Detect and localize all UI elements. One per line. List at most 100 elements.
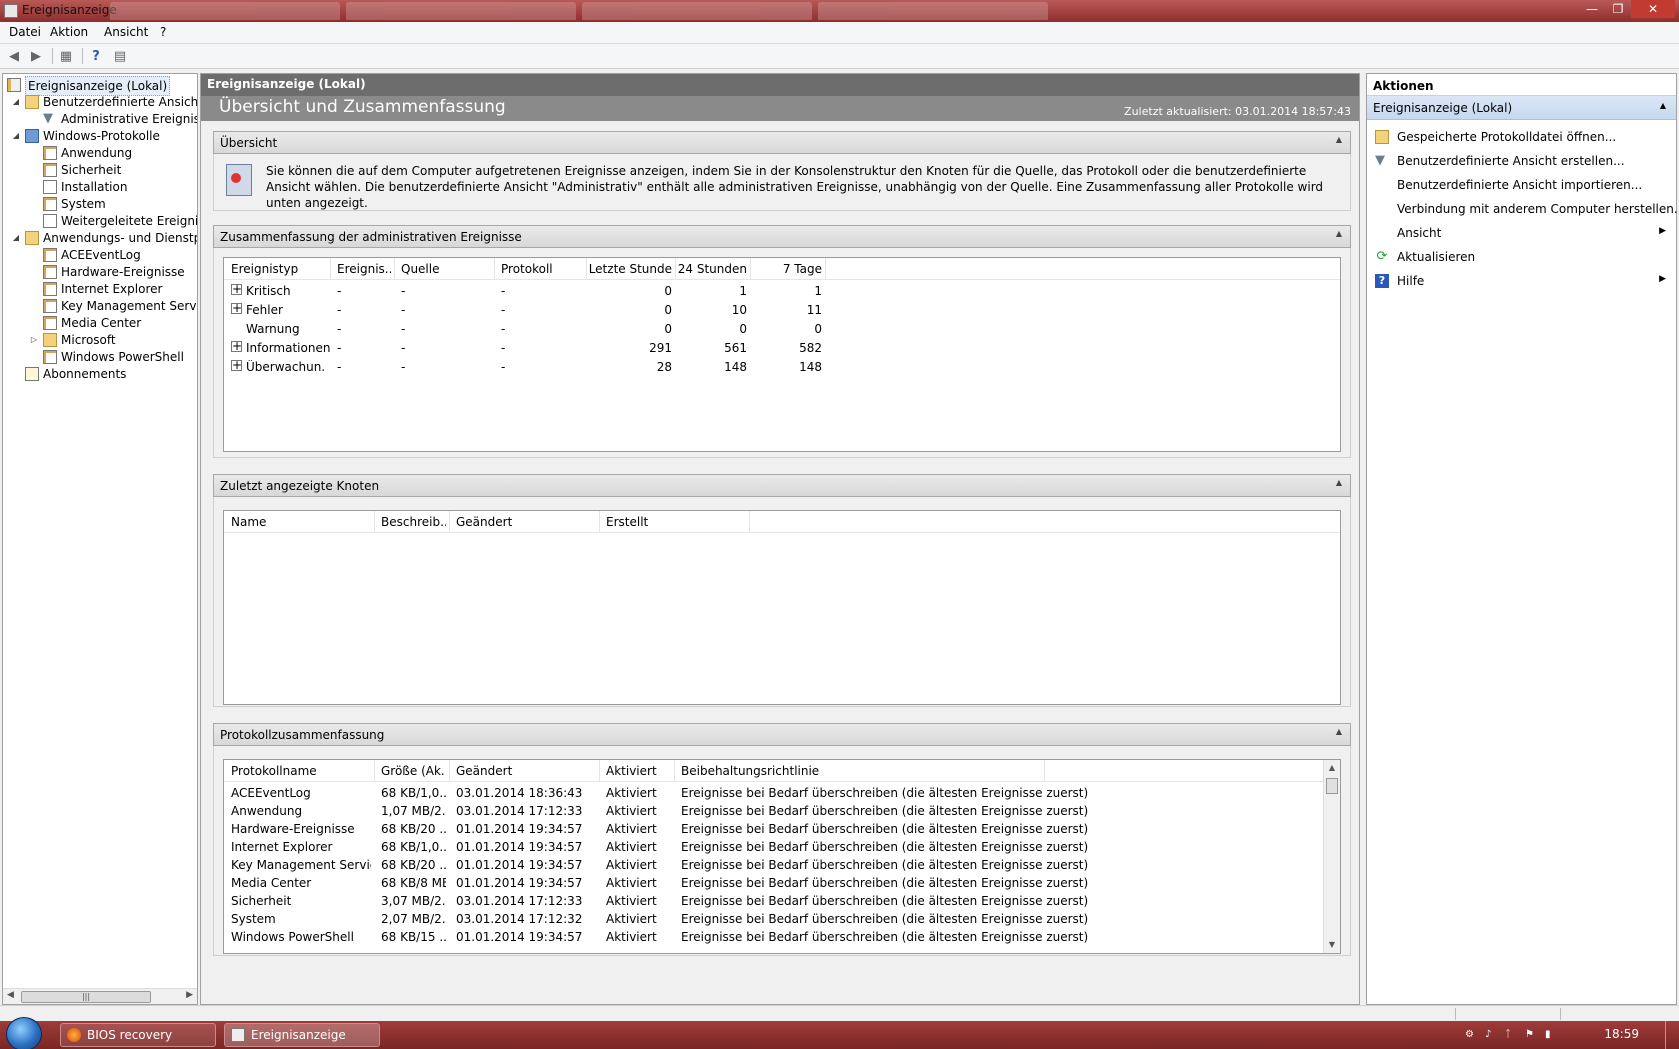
table-row[interactable]: + Überwachun... - - - 28 148 148 (224, 358, 1340, 377)
tree-node-custom-views[interactable]: ◢ Benutzerdefinierte Ansichten (5, 93, 197, 111)
scroll-right-icon[interactable]: ▶ (186, 990, 193, 1000)
volume-icon[interactable]: ♪ (1485, 1029, 1497, 1041)
action-pane-icon[interactable]: ▤ (110, 47, 130, 66)
log-row[interactable]: Key Management Service 68 KB/20 ... 01.01.… (224, 856, 1340, 875)
scrollbar-thumb[interactable]: ||| (21, 991, 151, 1003)
bluetooth-icon[interactable]: ᛏ (1505, 1029, 1517, 1041)
tree-node-powershell[interactable]: Windows PowerShell (5, 348, 195, 366)
log-row[interactable]: Hardware-Ereignisse 68 KB/20 ... 01.01.201… (224, 820, 1340, 839)
clock[interactable]: 18:59 (1604, 1027, 1639, 1041)
open-saved-log-action[interactable]: Gespeicherte Protokolldatei öffnen... (1367, 126, 1676, 148)
column-header[interactable]: Protokollname (231, 764, 371, 778)
tree-node-aceeventlog[interactable]: ACEEventLog (5, 246, 195, 264)
tree-node-installation[interactable]: Installation (5, 178, 195, 196)
close-button[interactable]: ✕ (1631, 0, 1675, 18)
log-row[interactable]: Sicherheit 3,07 MB/2... 03.01.2014 17:12:3… (224, 892, 1340, 911)
log-row[interactable]: Windows PowerShell 68 KB/15 ... 01.01.2014… (224, 928, 1340, 947)
expanded-arrow-icon[interactable]: ◢ (11, 229, 21, 247)
refresh-action[interactable]: ⟳ Aktualisieren (1367, 246, 1676, 268)
admin-summary-section-header[interactable]: Zusammenfassung der administrativen Erei… (213, 225, 1351, 248)
column-header[interactable]: Erstellt (606, 515, 746, 529)
connect-computer-action[interactable]: Verbindung mit anderem Computer herstell… (1367, 198, 1679, 220)
table-row[interactable]: + Informationen - - - 291 561 582 (224, 339, 1340, 358)
expand-plus-icon[interactable]: + (231, 303, 242, 314)
column-header[interactable]: Ereignistyp (231, 262, 321, 276)
column-header[interactable]: Aktiviert (606, 764, 666, 778)
menu-help[interactable]: ? (160, 25, 166, 39)
start-button[interactable] (6, 1017, 42, 1049)
show-desktop-button[interactable] (1665, 1021, 1679, 1049)
tree-node-app-services[interactable]: ◢ Anwendungs- und Dienstprotokolle (5, 229, 197, 247)
create-custom-view-action[interactable]: ▼ Benutzerdefinierte Ansicht erstellen..… (1367, 150, 1676, 172)
tree-node-system[interactable]: System (5, 195, 195, 213)
help-icon[interactable]: ? (86, 47, 106, 66)
vertical-scrollbar[interactable]: ▲ ▼ (1323, 760, 1340, 953)
collapse-icon[interactable]: ▲ (1336, 229, 1342, 238)
table-row[interactable]: + Fehler - - - 0 10 11 (224, 301, 1340, 320)
expand-plus-icon[interactable]: + (231, 284, 242, 295)
tree-node-subscriptions[interactable]: Abonnements (5, 365, 195, 383)
column-header[interactable]: Geändert (456, 764, 596, 778)
scroll-down-icon[interactable]: ▼ (1324, 937, 1340, 953)
console-tree-icon[interactable]: ▦ (56, 47, 76, 66)
import-custom-view-action[interactable]: Benutzerdefinierte Ansicht importieren..… (1367, 174, 1676, 196)
recent-nodes-section-header[interactable]: Zuletzt angezeigte Knoten ▲ (213, 474, 1351, 497)
table-row[interactable]: Warnung - - - 0 0 0 (224, 320, 1340, 339)
log-row[interactable]: System 2,07 MB/2... 03.01.2014 17:12:32 Akt… (224, 910, 1340, 929)
collapse-icon[interactable]: ▲ (1336, 727, 1342, 736)
column-header[interactable]: Beibehaltungsrichtlinie (681, 764, 1041, 778)
column-header[interactable]: Ereignis... (337, 262, 391, 276)
column-header[interactable]: Geändert (456, 515, 596, 529)
column-header[interactable]: Name (231, 515, 371, 529)
forward-arrow-icon[interactable]: ▶ (26, 47, 46, 66)
column-header[interactable]: Beschreib... (381, 515, 446, 529)
scroll-up-icon[interactable]: ▲ (1324, 760, 1340, 776)
taskbar-firefox[interactable]: BIOS recovery abgest... (60, 1023, 216, 1047)
tree-node-microsoft[interactable]: ▷ Microsoft (5, 331, 195, 349)
menu-aktion[interactable]: Aktion (50, 25, 88, 39)
scrollbar-thumb[interactable] (1326, 778, 1338, 794)
expand-plus-icon[interactable]: + (231, 341, 242, 352)
tree-node-anwendung[interactable]: Anwendung (5, 144, 195, 162)
menu-ansicht[interactable]: Ansicht (104, 25, 148, 39)
expand-plus-icon[interactable]: + (231, 360, 242, 371)
maximize-button[interactable]: ❐ (1605, 0, 1631, 18)
column-header[interactable]: 24 Stunden (675, 262, 747, 276)
signal-strength-icon[interactable]: ▮ (1545, 1029, 1557, 1041)
column-header[interactable]: Quelle (401, 262, 491, 276)
collapse-icon[interactable]: ▲ (1336, 135, 1342, 144)
taskbar-event-viewer[interactable]: Ereignisanzeige (224, 1023, 380, 1047)
table-row[interactable]: + Kritisch - - - 0 1 1 (224, 282, 1340, 301)
column-header[interactable]: Protokoll (501, 262, 591, 276)
overview-section-header[interactable]: Übersicht ▲ (213, 131, 1351, 154)
tree-node-root[interactable]: Ereignisanzeige (Lokal) (5, 76, 195, 96)
tree-node-internet-explorer[interactable]: Internet Explorer (5, 280, 195, 298)
log-row[interactable]: ACEEventLog 68 KB/1,0... 03.01.2014 18:36:… (224, 784, 1340, 803)
tree-node-key-management[interactable]: Key Management Service (5, 297, 197, 315)
collapse-icon[interactable]: ▲ (1660, 101, 1666, 110)
minimize-button[interactable]: — (1579, 0, 1605, 18)
column-header[interactable]: Letzte Stunde (586, 262, 672, 276)
tree-node-hardware-events[interactable]: Hardware-Ereignisse (5, 263, 195, 281)
back-arrow-icon[interactable]: ◀ (4, 47, 24, 66)
column-header[interactable]: Größe (Ak... (381, 764, 446, 778)
log-row[interactable]: Anwendung 1,07 MB/2... 03.01.2014 17:12:33… (224, 802, 1340, 821)
tree-node-admin-events[interactable]: ▼ Administrative Ereignisse (5, 110, 197, 128)
tree-node-media-center[interactable]: Media Center (5, 314, 195, 332)
column-header[interactable]: 7 Tage (750, 262, 822, 276)
network-tool-icon[interactable]: ⚙ (1465, 1029, 1477, 1041)
log-row[interactable]: Internet Explorer 68 KB/1,0... 01.01.2014 … (224, 838, 1340, 857)
expanded-arrow-icon[interactable]: ◢ (11, 127, 21, 145)
log-row[interactable]: Media Center 68 KB/8 MB 01.01.2014 19:34:5… (224, 874, 1340, 893)
collapse-icon[interactable]: ▲ (1336, 478, 1342, 487)
log-summary-section-header[interactable]: Protokollzusammenfassung ▲ (213, 723, 1351, 746)
tree-horizontal-scrollbar[interactable]: ◀ ||| ▶ (3, 988, 197, 1004)
actions-group-header[interactable]: Ereignisanzeige (Lokal) ▲ (1367, 96, 1676, 120)
tree-node-windows-logs[interactable]: ◢ Windows-Protokolle (5, 127, 195, 145)
tree-node-forwarded-events[interactable]: Weitergeleitete Ereignisse (5, 212, 197, 230)
tree-node-sicherheit[interactable]: Sicherheit (5, 161, 195, 179)
scroll-left-icon[interactable]: ◀ (7, 990, 14, 1000)
help-menu-action[interactable]: ? Hilfe ▶ (1367, 270, 1676, 292)
collapsed-arrow-icon[interactable]: ▷ (29, 331, 39, 349)
action-center-flag-icon[interactable]: ⚑ (1525, 1029, 1537, 1041)
